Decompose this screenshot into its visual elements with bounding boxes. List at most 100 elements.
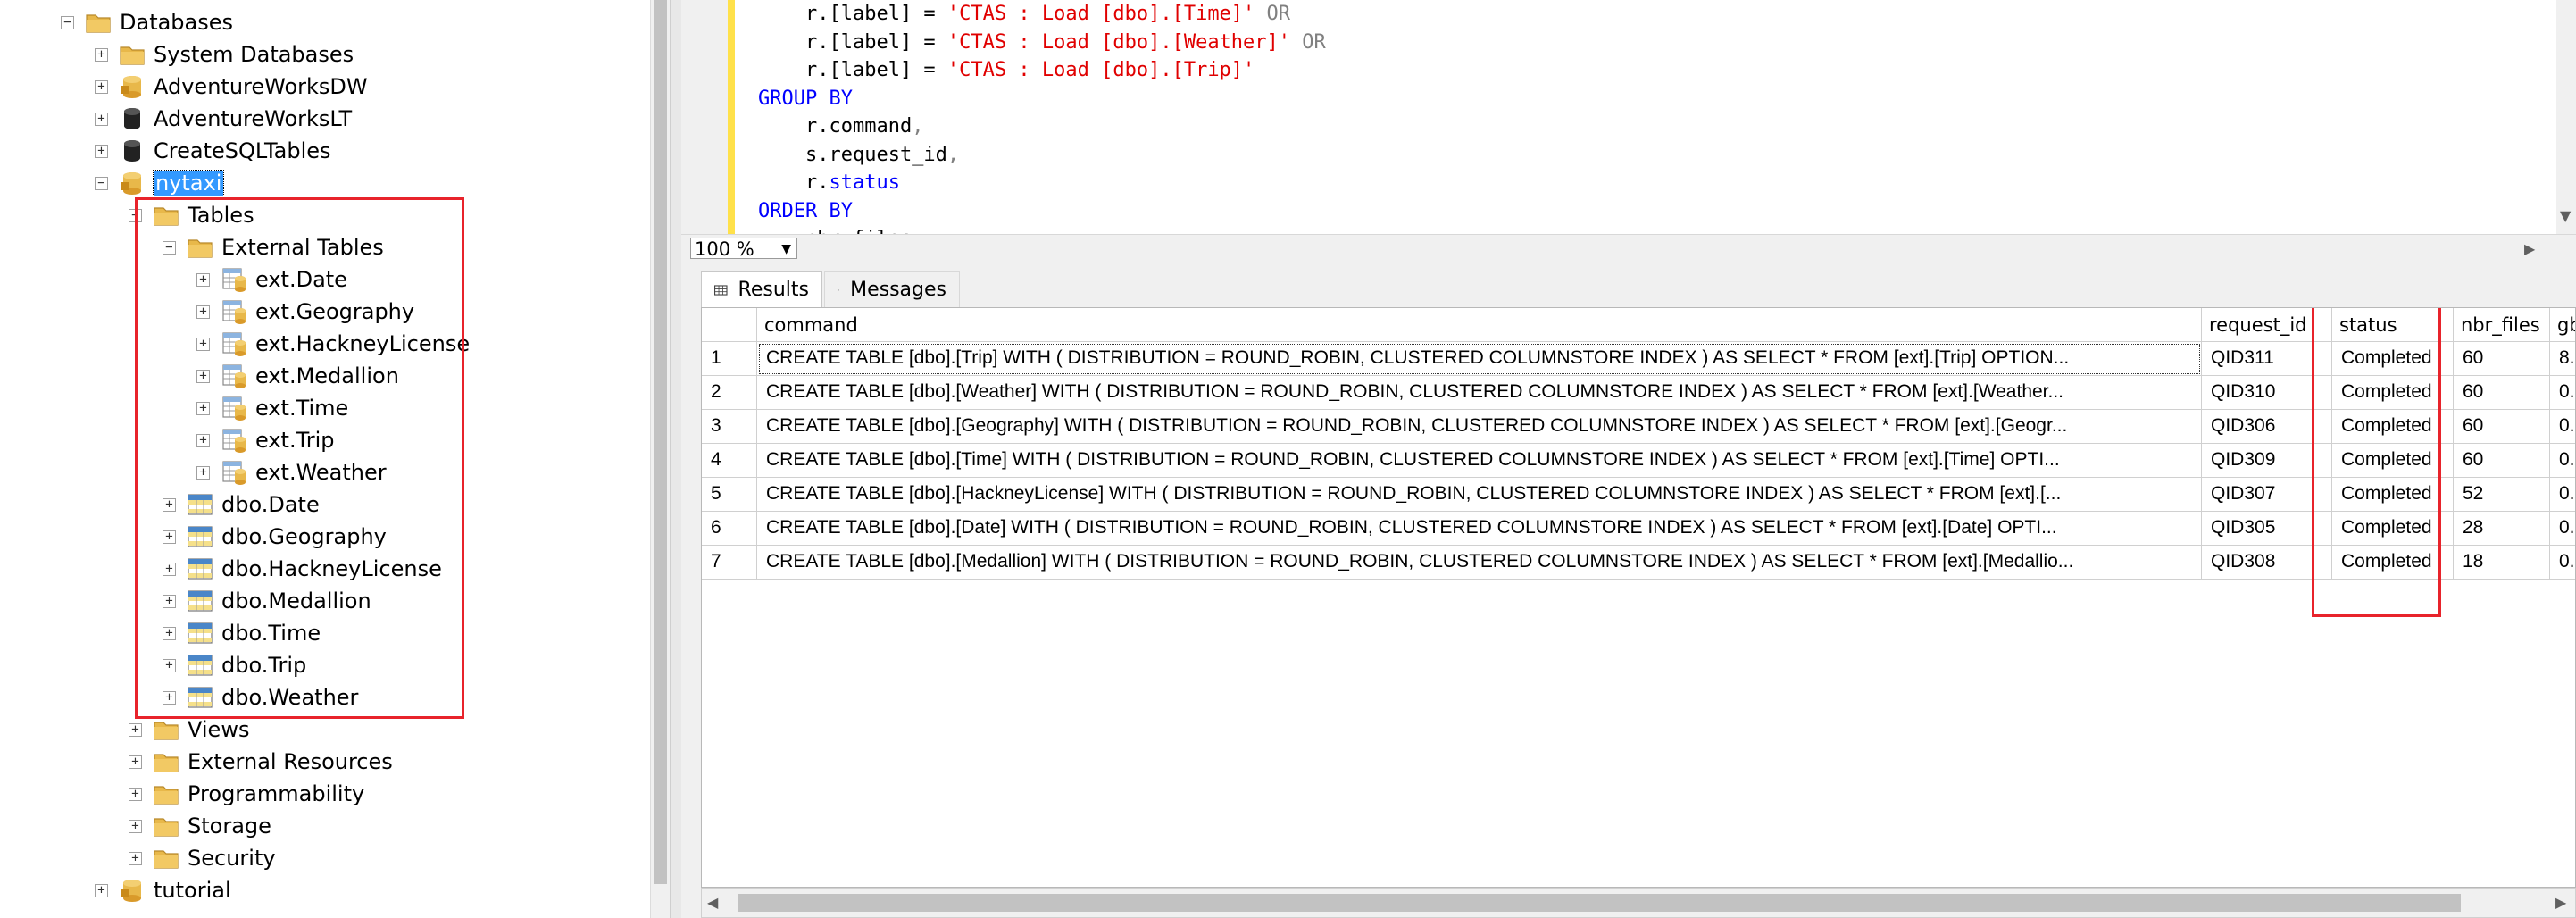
table-cell[interactable]: 28	[2454, 512, 2550, 546]
row-number[interactable]: 4	[702, 444, 757, 478]
tree-node[interactable]: + System Databases	[95, 39, 354, 70]
table-cell[interactable]: 0.0	[2550, 512, 2575, 546]
scroll-right-arrow-icon[interactable]: ▶	[2555, 894, 2566, 911]
tree-node-label: Databases	[120, 10, 234, 35]
column-header-gb-processed[interactable]: gb_processed	[2550, 308, 2575, 342]
row-number[interactable]: 7	[702, 546, 757, 580]
scroll-left-arrow-icon[interactable]: ◀	[707, 894, 718, 911]
tab-messages[interactable]: Messages	[824, 271, 960, 307]
code-token: s.request_id	[758, 143, 947, 166]
tree-node[interactable]: + Security	[129, 843, 276, 873]
code-line: r.status	[758, 169, 900, 196]
code-line: ORDER BY	[758, 197, 853, 225]
tree-node-label: Security	[188, 846, 276, 871]
code-token: ORDER BY	[758, 199, 853, 222]
code-line: GROUP BY	[758, 85, 853, 113]
tree-node[interactable]: + AdventureWorksDW	[95, 71, 368, 102]
table-cell[interactable]: 0.0	[2550, 478, 2575, 512]
code-token: 'CTAS : Load [dbo].[Time]'	[946, 3, 1255, 25]
expand-icon[interactable]: +	[129, 819, 142, 833]
tree-node[interactable]: + tutorial	[95, 875, 231, 905]
code-token: 'CTAS : Load [dbo].[Weather]'	[946, 30, 1291, 54]
tab-messages-label: Messages	[850, 279, 946, 301]
zoom-dropdown[interactable]: 100 % ▼	[690, 238, 797, 260]
row-number[interactable]: 1	[702, 342, 757, 376]
expand-icon[interactable]: +	[129, 755, 142, 769]
tree-node-label: nytaxi	[152, 170, 225, 196]
table-cell[interactable]: 18	[2454, 546, 2550, 580]
editor-vertical-scrollbar[interactable]: ▼	[2556, 0, 2576, 234]
table-cell[interactable]: 60	[2454, 376, 2550, 410]
code-line: r.command,	[758, 113, 923, 140]
collapse-icon[interactable]: −	[95, 176, 108, 190]
expand-icon[interactable]: +	[129, 722, 142, 737]
code-token: ,	[912, 115, 924, 138]
change-tracking-bar	[728, 0, 735, 234]
chevron-down-icon[interactable]: ▼	[781, 238, 791, 260]
dw-database-icon	[119, 877, 146, 904]
table-cell[interactable]: CREATE TABLE [dbo].[Trip] WITH ( DISTRIB…	[757, 342, 2202, 376]
tree-node[interactable]: + CreateSQLTables	[95, 136, 331, 166]
code-line: s.request_id,	[758, 141, 959, 169]
table-cell[interactable]: 8.0	[2550, 342, 2575, 376]
table-cell[interactable]: 0.0	[2550, 444, 2575, 478]
tree-node[interactable]: − nytaxi	[95, 168, 225, 198]
expand-icon[interactable]: +	[129, 787, 142, 801]
collapse-icon[interactable]: −	[61, 15, 74, 29]
code-token: r.command	[758, 115, 913, 138]
tree-node[interactable]: + Views	[129, 714, 249, 745]
table-cell[interactable]: CREATE TABLE [dbo].[Date] WITH ( DISTRIB…	[757, 512, 2202, 546]
tree-node-label: tutorial	[154, 878, 231, 903]
tree-node[interactable]: + Programmability	[129, 779, 364, 809]
code-token: r.[label] =	[758, 30, 947, 54]
code-token: OR	[1255, 3, 1291, 25]
expand-icon[interactable]: +	[129, 851, 142, 865]
table-cell[interactable]: CREATE TABLE [dbo].[Time] WITH ( DISTRIB…	[757, 444, 2202, 478]
table-cell[interactable]: 0.0	[2550, 410, 2575, 444]
folder-icon	[153, 748, 179, 775]
table-cell[interactable]: 60	[2454, 410, 2550, 444]
code-token: 'CTAS : Load [dbo].[Trip]'	[946, 59, 1255, 81]
scrollbar-thumb[interactable]	[654, 0, 667, 884]
expand-icon[interactable]: +	[95, 47, 108, 62]
table-cell[interactable]: 0.0	[2550, 376, 2575, 410]
table-cell[interactable]: CREATE TABLE [dbo].[Geography] WITH ( DI…	[757, 410, 2202, 444]
scrollbar-thumb[interactable]	[738, 894, 2461, 912]
row-number[interactable]: 5	[702, 478, 757, 512]
results-grid[interactable]: commandrequest_idstatusnbr_filesgb_proce…	[701, 307, 2576, 888]
scroll-down-arrow-icon[interactable]: ▼	[2560, 207, 2571, 224]
tree-node[interactable]: + AdventureWorksLT	[95, 104, 352, 134]
object-explorer-scrollbar[interactable]	[650, 0, 671, 918]
editor-margin	[681, 0, 728, 234]
table-cell[interactable]: CREATE TABLE [dbo].[HackneyLicense] WITH…	[757, 478, 2202, 512]
tree-node-label: CreateSQLTables	[154, 138, 331, 163]
folder-icon	[153, 845, 179, 872]
table-cell[interactable]: 60	[2454, 444, 2550, 478]
code-line: nbr_files	[758, 225, 912, 234]
query-editor[interactable]: r.[label] = 'CTAS : Load [dbo].[Time]' O…	[681, 0, 2576, 234]
table-cell[interactable]: 60	[2454, 342, 2550, 376]
code-line: r.[label] = 'CTAS : Load [dbo].[Weather]…	[758, 29, 1326, 56]
code-line: r.[label] = 'CTAS : Load [dbo].[Trip]'	[758, 56, 1255, 84]
expand-icon[interactable]: +	[95, 79, 108, 94]
table-cell[interactable]: 0.0	[2550, 546, 2575, 580]
tree-node-label: External Resources	[188, 749, 393, 774]
table-cell[interactable]: CREATE TABLE [dbo].[Weather] WITH ( DIST…	[757, 376, 2202, 410]
expand-icon[interactable]: +	[95, 144, 108, 158]
row-number[interactable]: 6	[702, 512, 757, 546]
row-number[interactable]: 3	[702, 410, 757, 444]
column-header-command[interactable]: command	[757, 308, 2202, 342]
tree-node[interactable]: + External Resources	[129, 747, 393, 777]
expand-icon[interactable]: +	[95, 112, 108, 126]
tree-node[interactable]: − Databases	[61, 7, 233, 38]
row-number[interactable]: 2	[702, 376, 757, 410]
tab-results[interactable]: Results	[701, 271, 822, 307]
expand-icon[interactable]: +	[95, 883, 108, 897]
dw-database-icon	[119, 73, 146, 100]
scroll-right-arrow-icon[interactable]: ▶	[2524, 240, 2535, 257]
tree-node[interactable]: + Storage	[129, 811, 271, 841]
results-horizontal-scrollbar[interactable]: ◀ ▶	[701, 888, 2576, 918]
table-cell[interactable]: CREATE TABLE [dbo].[Medallion] WITH ( DI…	[757, 546, 2202, 580]
column-header-nbr-files[interactable]: nbr_files	[2454, 308, 2550, 342]
table-cell[interactable]: 52	[2454, 478, 2550, 512]
